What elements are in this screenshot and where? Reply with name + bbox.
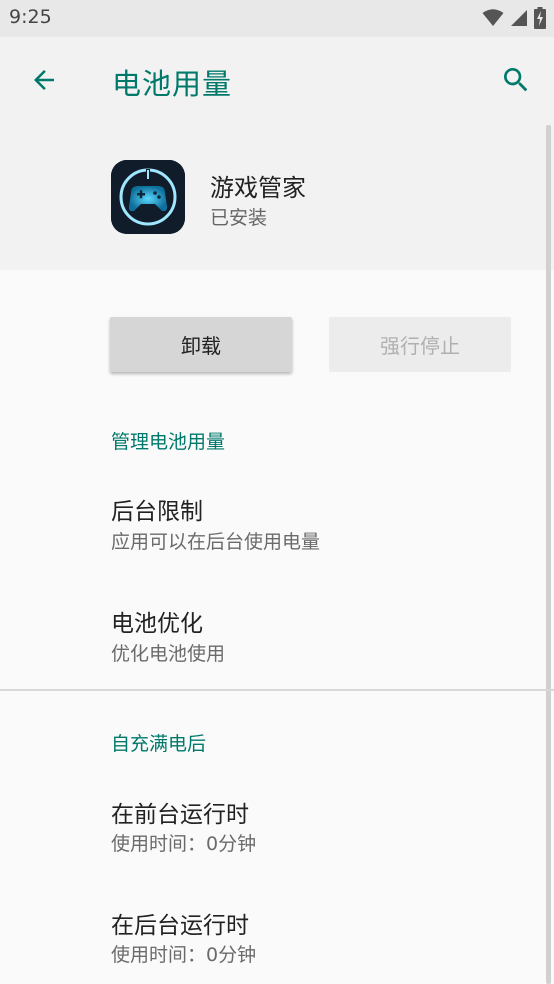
list-item-subtitle: 使用时间：0分钟 [111,833,257,855]
battery-charging-icon [534,7,546,29]
list-item-subtitle: 应用可以在后台使用电量 [111,531,321,553]
arrow-back-icon [34,70,54,90]
app-header: 游戏管家 已安装 [0,123,554,270]
page-title: 电池用量 [112,67,233,101]
app-install-status: 已安装 [210,207,268,229]
list-item-subtitle: 优化电池使用 [111,643,226,665]
scrollbar[interactable] [546,125,551,984]
status-icons [482,7,546,29]
search-icon [504,68,528,92]
list-item-title: 在后台运行时 [111,913,249,939]
app-bar: 电池用量 [0,37,554,123]
list-item-title: 电池优化 [111,611,203,637]
list-item-subtitle: 使用时间：0分钟 [111,944,257,966]
status-bar: 9:25 [0,0,554,37]
signal-icon [511,10,527,26]
gamepad-app-icon [111,160,185,234]
section-header-manage: 管理电池用量 [111,431,226,453]
list-item-title: 后台限制 [111,499,203,525]
status-time: 9:25 [9,6,52,28]
list-item-title: 在前台运行时 [111,802,249,828]
search-button[interactable] [498,62,534,98]
force-stop-button[interactable]: 强行停止 [329,317,511,372]
section-header-since-full-charge: 自充满电后 [111,733,207,755]
app-name: 游戏管家 [210,174,306,202]
divider [0,689,554,691]
uninstall-button[interactable]: 卸载 [110,317,292,372]
wifi-icon [482,9,504,26]
back-button[interactable] [26,62,62,98]
